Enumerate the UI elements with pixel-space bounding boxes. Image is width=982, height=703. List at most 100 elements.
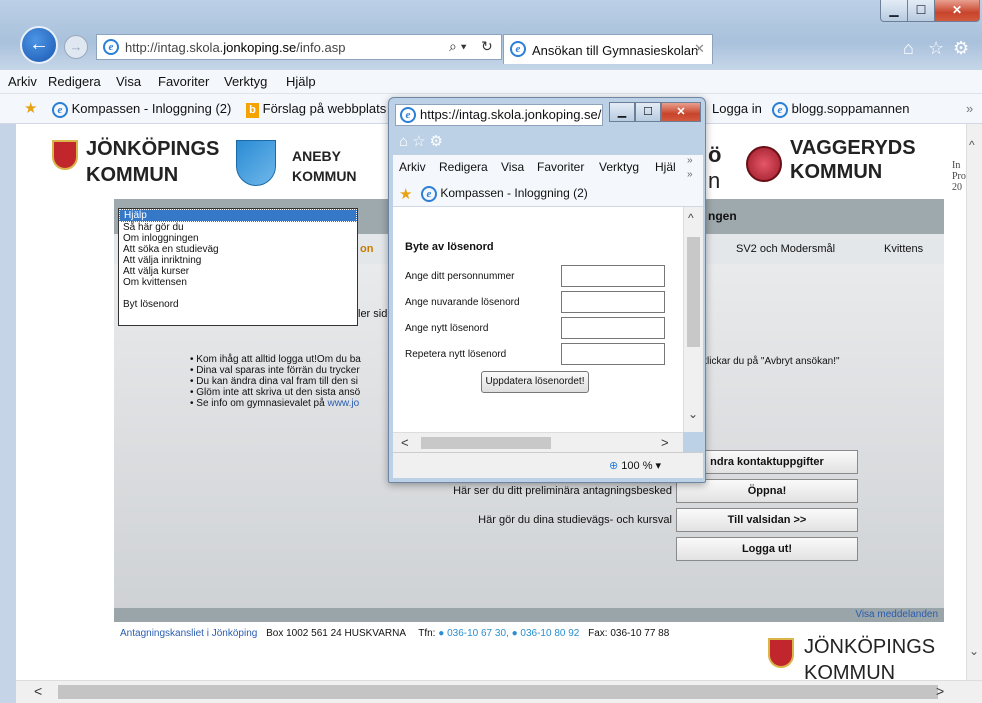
popup-vertical-thumb[interactable] <box>687 237 700 347</box>
repeat-password-input[interactable] <box>561 343 665 365</box>
personnummer-input[interactable] <box>561 265 665 287</box>
popup-menu-visa[interactable]: Visa <box>501 160 524 174</box>
tab-close-icon[interactable]: ✕ <box>694 41 705 57</box>
close-window-button[interactable]: ✕ <box>934 0 980 22</box>
fav-kompassen[interactable]: e Kompassen - Inloggning (2) <box>52 101 231 118</box>
tab-gymnasieskolan[interactable]: e Ansökan till Gymnasieskolan ✕ <box>503 34 713 64</box>
popup-menu-redigera[interactable]: Redigera <box>439 160 488 174</box>
page-vertical-scrollbar[interactable]: ^ ⌄ <box>966 124 982 680</box>
gymnasievalet-link[interactable]: www.jo <box>327 398 359 409</box>
menu-favoriter[interactable]: Favoriter <box>158 74 209 89</box>
list-item: • Du kan ändra dina val fram till den si <box>190 376 359 387</box>
menu-visa[interactable]: Visa <box>116 74 141 89</box>
chevron-more-icon[interactable]: » <box>966 101 973 116</box>
forward-button[interactable]: → <box>64 35 88 59</box>
fav-logga-in[interactable]: Logga in <box>712 101 762 116</box>
current-password-input[interactable] <box>561 291 665 313</box>
dropdown-option[interactable]: Om inloggningen <box>119 233 357 244</box>
popup-menu-hjalp[interactable]: Hjäl <box>655 160 676 174</box>
search-icon[interactable]: ⌕ ▾ <box>449 38 467 55</box>
refresh-icon[interactable]: ↻ <box>481 38 493 55</box>
popup-page: Byte av lösenord Ange ditt personnummer … <box>393 207 683 432</box>
popup-address-bar[interactable]: e https://intag.skola.jonkoping.se/... <box>395 104 603 126</box>
popup-close-button[interactable]: ✕ <box>661 102 701 122</box>
logout-button[interactable]: Logga ut! <box>676 537 858 561</box>
footer-phone2[interactable]: 036-10 80 92 <box>520 628 579 639</box>
tab-kvittens[interactable]: Kvittens <box>884 243 923 255</box>
maximize-button[interactable]: ☐ <box>907 0 935 22</box>
to-selection-button[interactable]: Till valsidan >> <box>676 508 858 532</box>
vaggeryd-emblem-icon <box>746 146 782 182</box>
scroll-right-icon[interactable]: > <box>936 683 944 699</box>
popup-menu-verktyg[interactable]: Verktyg <box>599 160 639 174</box>
fav-blogg-label: blogg.soppamannen <box>791 101 910 116</box>
tab-label: Ansökan till Gymnasieskolan <box>532 43 699 58</box>
dropdown-option[interactable]: Om kvittensen <box>119 277 357 288</box>
popup-minimize-button[interactable]: ▁ <box>609 102 635 122</box>
footer-fax: Fax: 036-10 77 88 <box>588 628 670 639</box>
scroll-up-icon[interactable]: ^ <box>969 138 975 152</box>
tab-sv2-modersmal[interactable]: SV2 och Modersmål <box>736 243 835 255</box>
footer-office-link[interactable]: Antagningskansliet i Jönköping <box>120 628 257 639</box>
dropdown-option[interactable]: Att välja kurser <box>119 266 357 277</box>
popup-horizontal-scrollbar[interactable]: < > <box>393 432 683 452</box>
add-favorite-icon[interactable]: ★ <box>24 99 37 117</box>
scroll-right-icon[interactable]: > <box>661 435 669 450</box>
dropdown-option[interactable]: Byt lösenord <box>119 299 357 310</box>
fav-forslag[interactable]: b Förslag på webbplats <box>246 101 386 118</box>
dropdown-option[interactable]: Att välja inriktning <box>119 255 357 266</box>
menu-arkiv[interactable]: Arkiv <box>8 74 37 89</box>
ie-page-icon: e <box>400 107 416 123</box>
back-button[interactable]: ← <box>20 26 58 64</box>
scroll-down-icon[interactable]: ⌄ <box>969 644 979 658</box>
chevron-more-icon[interactable]: » <box>687 169 693 180</box>
popup-vertical-scrollbar[interactable]: ^ ⌄ <box>683 207 703 432</box>
update-password-button[interactable]: Uppdatera lösenordet! <box>481 371 589 393</box>
show-messages-link[interactable]: Visa meddelanden <box>855 609 938 620</box>
gear-icon[interactable]: ⚙ <box>953 38 969 59</box>
menu-verktyg[interactable]: Verktyg <box>224 74 267 89</box>
vaggeryd-logo: VAGGERYDS KOMMUN <box>790 136 916 184</box>
menu-redigera[interactable]: Redigera <box>48 74 101 89</box>
bullet-text: Glöm inte att skriva ut den sista ansö <box>196 387 361 398</box>
add-favorite-icon[interactable]: ★ <box>399 185 412 203</box>
dropdown-option[interactable]: Så här gör du <box>119 222 357 233</box>
side-text-fragment: ler sid <box>358 308 388 320</box>
address-bar[interactable]: e http://intag.skola.jonkoping.se/info.a… <box>96 34 502 60</box>
dropdown-option[interactable]: Att söka en studieväg <box>119 244 357 255</box>
favorites-star-icon[interactable]: ☆ <box>412 133 429 150</box>
dropdown-option[interactable]: Hjälp <box>119 209 357 222</box>
new-password-input[interactable] <box>561 317 665 339</box>
password-popup-window: e https://intag.skola.jonkoping.se/... ▁ … <box>388 97 706 483</box>
new-password-label: Ange nytt lösenord <box>405 323 489 334</box>
tab-fragment[interactable]: on <box>360 243 373 255</box>
scroll-left-icon[interactable]: < <box>34 683 42 699</box>
favorites-star-icon[interactable]: ☆ <box>928 38 944 59</box>
scroll-up-icon[interactable]: ^ <box>688 211 694 225</box>
vaggeryd-logo-line1: VAGGERYDS <box>790 137 916 159</box>
zoom-control[interactable]: ⊕ 100 % ▾ <box>609 459 661 472</box>
minimize-button[interactable]: ▁ <box>880 0 908 22</box>
page-horizontal-scrollbar[interactable]: < > <box>16 680 982 703</box>
help-dropdown[interactable]: Hjälp Så här gör du Om inloggningen Att … <box>118 208 358 326</box>
gear-icon[interactable]: ⚙ <box>430 133 447 150</box>
horizontal-scroll-thumb[interactable] <box>58 685 938 699</box>
scroll-left-icon[interactable]: < <box>401 435 409 450</box>
right-edge-text: In Pro 20 <box>952 160 966 193</box>
popup-menu-arkiv[interactable]: Arkiv <box>399 160 426 174</box>
popup-horizontal-thumb[interactable] <box>421 437 551 449</box>
fav-blogg[interactable]: e blogg.soppamannen <box>772 101 909 118</box>
address-url[interactable]: http://intag.skola.jonkoping.se/info.asp <box>125 40 345 55</box>
popup-menu-bar: Arkiv Redigera Visa Favoriter Verktyg Hj… <box>393 155 703 181</box>
menu-hjalp[interactable]: Hjälp <box>286 74 316 89</box>
scroll-down-icon[interactable]: ⌄ <box>688 407 698 421</box>
home-icon[interactable]: ⌂ <box>903 38 914 59</box>
home-icon[interactable]: ⌂ <box>399 133 412 150</box>
popup-maximize-button[interactable]: ☐ <box>635 102 661 122</box>
popup-menu-favoriter[interactable]: Favoriter <box>537 160 584 174</box>
footer-phone1[interactable]: 036-10 67 30, <box>447 628 509 639</box>
chevron-more-icon[interactable]: » <box>687 155 693 166</box>
bing-icon: b <box>246 103 259 118</box>
url-domain: jonkoping.se <box>223 40 297 55</box>
popup-fav-kompassen[interactable]: e Kompassen - Inloggning (2) <box>421 186 588 202</box>
